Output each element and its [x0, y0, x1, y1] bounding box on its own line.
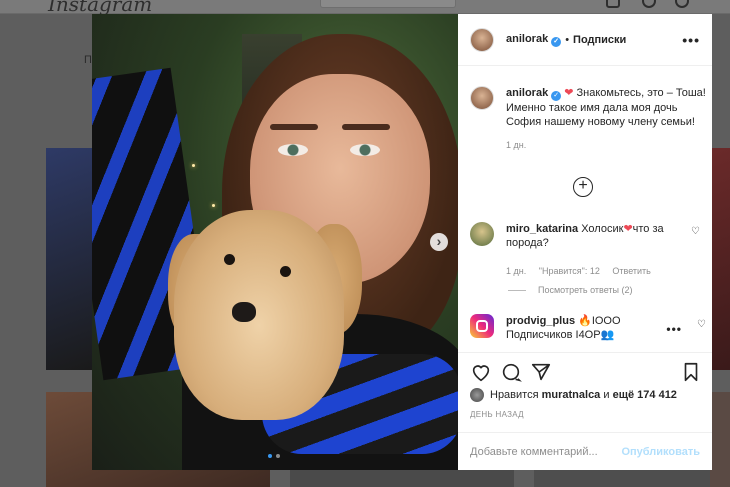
- comment-text: Холосик: [581, 223, 624, 235]
- reply-button[interactable]: Ответить: [612, 266, 650, 276]
- comment-like-icon[interactable]: ♡: [697, 319, 706, 330]
- post-photo[interactable]: [92, 14, 458, 470]
- carousel-dot: [276, 454, 280, 458]
- load-more-comments-icon[interactable]: +: [573, 177, 593, 197]
- background-search-box: [320, 0, 456, 8]
- red-heart-emoji-icon: ❤: [564, 87, 574, 99]
- view-replies[interactable]: Посмотреть ответы (2): [508, 285, 633, 295]
- eyebrow: [270, 124, 318, 130]
- separator-dot: •: [565, 33, 570, 46]
- eye: [350, 144, 380, 156]
- comment-like-icon[interactable]: ♡: [691, 226, 700, 237]
- activity-icon: [675, 0, 689, 8]
- next-photo-arrow-icon[interactable]: ›: [430, 233, 448, 251]
- likes-prefix: Нравится: [490, 389, 539, 401]
- verified-badge-icon: ✓: [551, 36, 562, 47]
- caption-time: 1 дн.: [506, 140, 527, 150]
- explore-icon: [642, 0, 656, 8]
- like-heart-icon[interactable]: [470, 361, 492, 383]
- comment-meta: 1 дн. "Нравится": 12 Ответить: [506, 264, 676, 278]
- carousel-dot-active: [268, 454, 272, 458]
- carousel-dots: [268, 454, 280, 458]
- post-actions-bar: [458, 352, 712, 392]
- puppy-eye: [280, 266, 291, 277]
- comment-input[interactable]: [470, 445, 622, 458]
- comment-body: miro_katarina Холосик❤что за порода? 1 д…: [506, 222, 676, 278]
- caption-username[interactable]: anilorak: [506, 87, 548, 99]
- comment-bubble-icon[interactable]: [500, 361, 522, 383]
- background-profile-label: П: [84, 54, 92, 66]
- comment-body: prodvig_plus 🔥IOOO Подписчиков I4OP👥: [506, 314, 636, 342]
- post-header: anilorak ✓ • Подписки •••: [458, 14, 712, 66]
- likes-summary: Нравится muratnalca и ещё 174 412: [470, 388, 677, 402]
- commenter-avatar[interactable]: [470, 222, 494, 246]
- eye: [278, 144, 308, 156]
- verified-badge-icon: ✓: [551, 91, 562, 101]
- comment-item: miro_katarina Холосик❤что за порода? 1 д…: [470, 222, 706, 278]
- post-date: ДЕНЬ НАЗАД: [470, 410, 524, 419]
- view-replies-label[interactable]: Посмотреть ответы (2): [538, 285, 633, 295]
- share-paper-plane-icon[interactable]: [530, 361, 552, 383]
- instagram-logo-avatar[interactable]: [470, 314, 494, 338]
- comment-time: 1 дн.: [506, 266, 527, 276]
- likes-count[interactable]: ещё 174 412: [613, 389, 677, 401]
- background-feed-tile: [710, 148, 730, 370]
- direct-icon: [606, 0, 620, 8]
- comment-likes[interactable]: "Нравится": 12: [539, 266, 600, 276]
- red-heart-emoji-icon: ❤: [623, 223, 633, 235]
- comment-more-icon[interactable]: •••: [666, 322, 682, 336]
- caption: anilorak ✓ ❤ Знакомьтесь, это – Тоша! Име…: [470, 86, 706, 152]
- background-feed-tile: [710, 392, 730, 487]
- eyebrow: [342, 124, 390, 130]
- replies-line: [508, 289, 526, 291]
- puppy: [174, 210, 344, 420]
- add-comment-bar: Опубликовать: [458, 432, 712, 470]
- publish-button[interactable]: Опубликовать: [621, 446, 700, 458]
- post-side-panel: anilorak ✓ • Подписки ••• anilorak ✓ ❤ Зна…: [458, 14, 712, 470]
- save-bookmark-icon[interactable]: [680, 361, 702, 383]
- background-header: Instagram: [0, 0, 730, 16]
- liker-username[interactable]: muratnalca: [542, 389, 601, 401]
- author-avatar[interactable]: [470, 27, 494, 52]
- caption-avatar[interactable]: [470, 86, 494, 110]
- caption-body: anilorak ✓ ❤ Знакомьтесь, это – Тоша! Име…: [506, 86, 706, 152]
- background-feed-tile: [46, 148, 92, 370]
- background-feed-tile: [534, 470, 710, 487]
- commenter-username[interactable]: miro_katarina: [506, 223, 578, 235]
- following-button[interactable]: Подписки: [573, 34, 626, 46]
- author-username[interactable]: anilorak ✓: [506, 33, 562, 47]
- liker-avatar: [470, 388, 484, 402]
- background-feed-tile: [290, 470, 514, 487]
- puppy-nose: [232, 302, 256, 322]
- likes-conjunction: и: [603, 389, 610, 401]
- puppy-eye: [224, 254, 235, 265]
- more-options-icon[interactable]: •••: [682, 32, 700, 48]
- commenter-username[interactable]: prodvig_plus: [506, 315, 575, 327]
